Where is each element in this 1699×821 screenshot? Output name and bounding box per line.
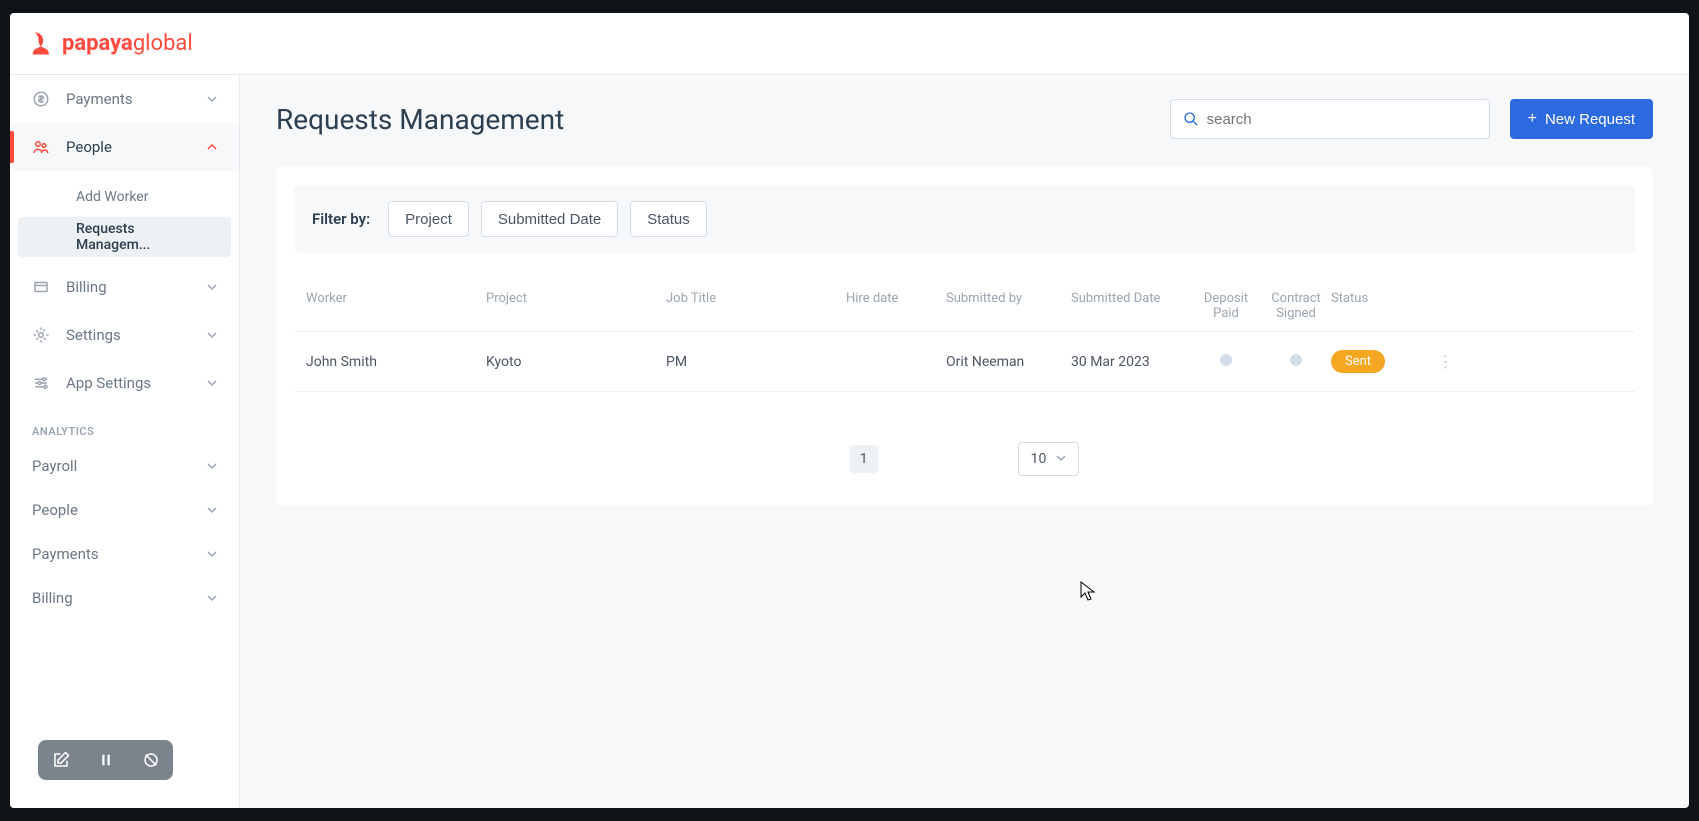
- brand-suffix: global: [133, 31, 193, 56]
- cell-contract: [1261, 354, 1331, 370]
- plus-icon: +: [1528, 110, 1537, 128]
- cell-status: Sent: [1331, 350, 1431, 373]
- dollar-icon: [32, 90, 50, 108]
- search-input[interactable]: [1207, 111, 1477, 128]
- cell-deposit: [1191, 354, 1261, 370]
- sidebar-item-app-settings[interactable]: App Settings: [10, 359, 239, 407]
- sidebar-item-settings[interactable]: Settings: [10, 311, 239, 359]
- pause-icon[interactable]: [97, 751, 115, 769]
- th-worker: Worker: [306, 291, 486, 321]
- cell-jobtitle: PM: [666, 354, 846, 370]
- status-badge: Sent: [1331, 350, 1385, 373]
- th-jobtitle: Job Title: [666, 291, 846, 321]
- sidebar-item-people[interactable]: People: [10, 123, 239, 171]
- sidebar-analytics-billing[interactable]: Billing: [10, 576, 239, 620]
- papaya-logo-icon: [28, 30, 56, 58]
- cell-project: Kyoto: [486, 354, 666, 370]
- requests-table: Worker Project Job Title Hire date Submi…: [294, 281, 1635, 392]
- brand-name: papaya: [62, 31, 133, 56]
- table-header: Worker Project Job Title Hire date Submi…: [294, 281, 1635, 332]
- chevron-up-icon: [207, 138, 217, 156]
- sidebar-people-submenu: Add Worker Requests Managem...: [10, 171, 239, 263]
- chevron-down-icon: [207, 589, 217, 607]
- page-title: Requests Management: [276, 103, 564, 136]
- stop-icon[interactable]: [142, 751, 160, 769]
- th-project: Project: [486, 291, 666, 321]
- cell-worker: John Smith: [306, 354, 486, 370]
- search-icon: [1183, 111, 1199, 127]
- table-row[interactable]: John Smith Kyoto PM Orit Neeman 30 Mar 2…: [294, 332, 1635, 392]
- edit-icon[interactable]: [52, 751, 70, 769]
- people-icon: [32, 138, 50, 156]
- brand-logo: papayaglobal: [28, 30, 193, 58]
- filter-bar: Filter by: Project Submitted Date Status: [294, 185, 1635, 253]
- page-size-select[interactable]: 10: [1018, 442, 1080, 476]
- requests-panel: Filter by: Project Submitted Date Status…: [276, 167, 1653, 506]
- main-content: Requests Management + New Request Filter…: [240, 75, 1689, 808]
- chevron-down-icon: [1056, 451, 1066, 467]
- th-contract: Contract Signed: [1261, 291, 1331, 321]
- sidebar: Payments People Add Worker Requests Mana…: [10, 75, 240, 808]
- recorder-overlay: [38, 740, 173, 780]
- cell-submitteddate: 30 Mar 2023: [1071, 354, 1191, 370]
- sidebar-analytics-payments[interactable]: Payments: [10, 532, 239, 576]
- deposit-indicator-icon: [1220, 354, 1232, 366]
- sidebar-analytics-people[interactable]: People: [10, 488, 239, 532]
- th-submittedby: Submitted by: [946, 291, 1071, 321]
- th-deposit: Deposit Paid: [1191, 291, 1261, 321]
- search-box[interactable]: [1170, 99, 1490, 139]
- sidebar-sub-add-worker[interactable]: Add Worker: [18, 177, 231, 217]
- th-actions: [1431, 291, 1461, 321]
- chevron-down-icon: [207, 90, 217, 108]
- cell-submittedby: Orit Neeman: [946, 354, 1071, 370]
- page-number[interactable]: 1: [850, 445, 878, 473]
- sidebar-analytics-payroll[interactable]: Payroll: [10, 444, 239, 488]
- sidebar-section-analytics: ANALYTICS: [10, 407, 239, 444]
- chevron-down-icon: [207, 501, 217, 519]
- contract-indicator-icon: [1290, 354, 1302, 366]
- th-status: Status: [1331, 291, 1431, 321]
- chevron-down-icon: [207, 545, 217, 563]
- cell-actions: ⋮: [1431, 352, 1461, 371]
- sidebar-item-payments[interactable]: Payments: [10, 75, 239, 123]
- th-hiredate: Hire date: [846, 291, 946, 321]
- sliders-icon: [32, 374, 50, 392]
- pagination: 1 10: [294, 442, 1635, 476]
- sidebar-sub-requests-management[interactable]: Requests Managem...: [18, 217, 231, 257]
- filter-submitted-date-button[interactable]: Submitted Date: [481, 201, 618, 237]
- gear-icon: [32, 326, 50, 344]
- th-submitteddate: Submitted Date: [1071, 291, 1191, 321]
- chevron-down-icon: [207, 326, 217, 344]
- chevron-down-icon: [207, 457, 217, 475]
- sidebar-item-billing[interactable]: Billing: [10, 263, 239, 311]
- filter-status-button[interactable]: Status: [630, 201, 707, 237]
- filter-project-button[interactable]: Project: [388, 201, 469, 237]
- new-request-button[interactable]: + New Request: [1510, 99, 1653, 139]
- chevron-down-icon: [207, 374, 217, 392]
- billing-icon: [32, 278, 50, 296]
- chevron-down-icon: [207, 278, 217, 296]
- app-header: papayaglobal: [10, 13, 1689, 75]
- row-menu-icon[interactable]: ⋮: [1438, 352, 1455, 371]
- filter-label: Filter by:: [312, 210, 370, 228]
